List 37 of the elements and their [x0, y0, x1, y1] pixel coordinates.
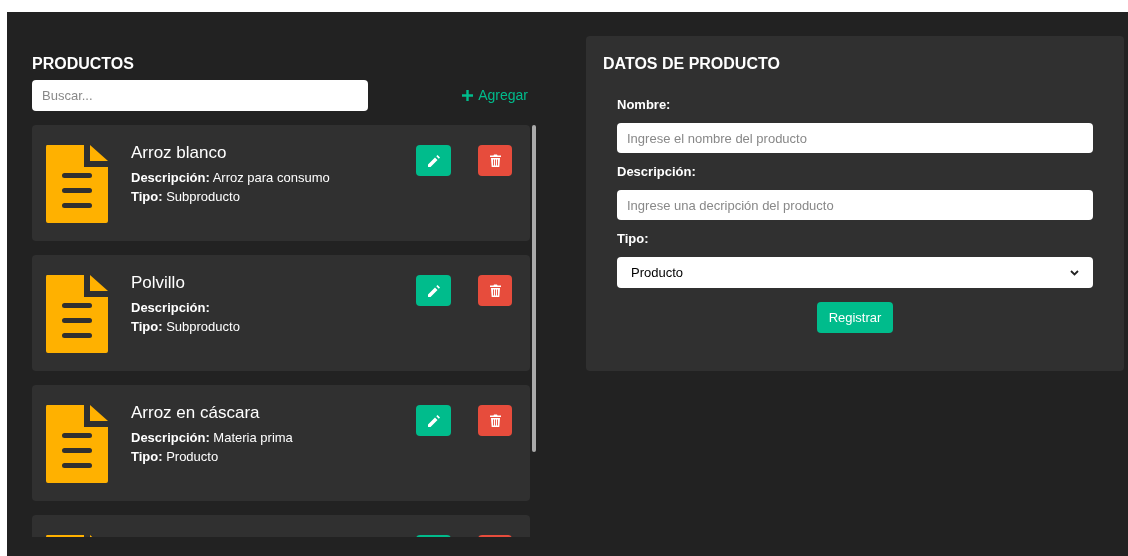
- chevron-down-icon: [1070, 269, 1079, 276]
- product-description: Descripción: Arroz para consumo: [131, 170, 330, 185]
- product-type: Tipo: Producto: [131, 449, 219, 464]
- add-link[interactable]: Agregar: [462, 85, 528, 106]
- edit-button[interactable]: [416, 145, 451, 176]
- pencil-icon: [427, 414, 440, 427]
- document-icon: [46, 145, 108, 223]
- product-type: Tipo: Subproducto: [131, 319, 240, 334]
- delete-button[interactable]: [478, 275, 512, 306]
- edit-button[interactable]: [416, 405, 451, 436]
- delete-button[interactable]: [478, 405, 512, 436]
- trash-icon: [489, 414, 501, 427]
- product-type: Tipo: Subproducto: [131, 189, 240, 204]
- section-title: PRODUCTOS: [32, 54, 134, 74]
- plus-icon: [462, 90, 474, 101]
- pencil-icon: [427, 154, 440, 167]
- field-label: Descripción:: [617, 164, 696, 180]
- field-label: Tipo:: [617, 231, 649, 247]
- document-icon: [46, 275, 108, 353]
- select-field[interactable]: Producto: [617, 257, 1093, 288]
- search-field[interactable]: Buscar...: [32, 80, 368, 111]
- input-field[interactable]: Ingrese una decripción del producto: [617, 190, 1093, 220]
- panel-title: DATOS DE PRODUCTO: [603, 54, 781, 74]
- product-description: Descripción: Materia prima: [131, 430, 293, 445]
- pencil-icon: [427, 284, 440, 297]
- product-name: Polvillo: [131, 273, 186, 293]
- edit-button[interactable]: [416, 275, 451, 306]
- input-field[interactable]: Ingrese el nombre del producto: [617, 123, 1093, 153]
- document-icon: [46, 405, 108, 483]
- scrollbar[interactable]: [532, 125, 536, 452]
- product-name: Arroz blanco: [131, 143, 228, 163]
- trash-icon: [489, 284, 501, 297]
- product-name: Arroz en cáscara: [131, 403, 261, 423]
- field-label: Nombre:: [617, 97, 671, 113]
- delete-button[interactable]: [478, 145, 512, 176]
- trash-icon: [489, 154, 501, 167]
- product-description: Descripción:: [131, 300, 210, 315]
